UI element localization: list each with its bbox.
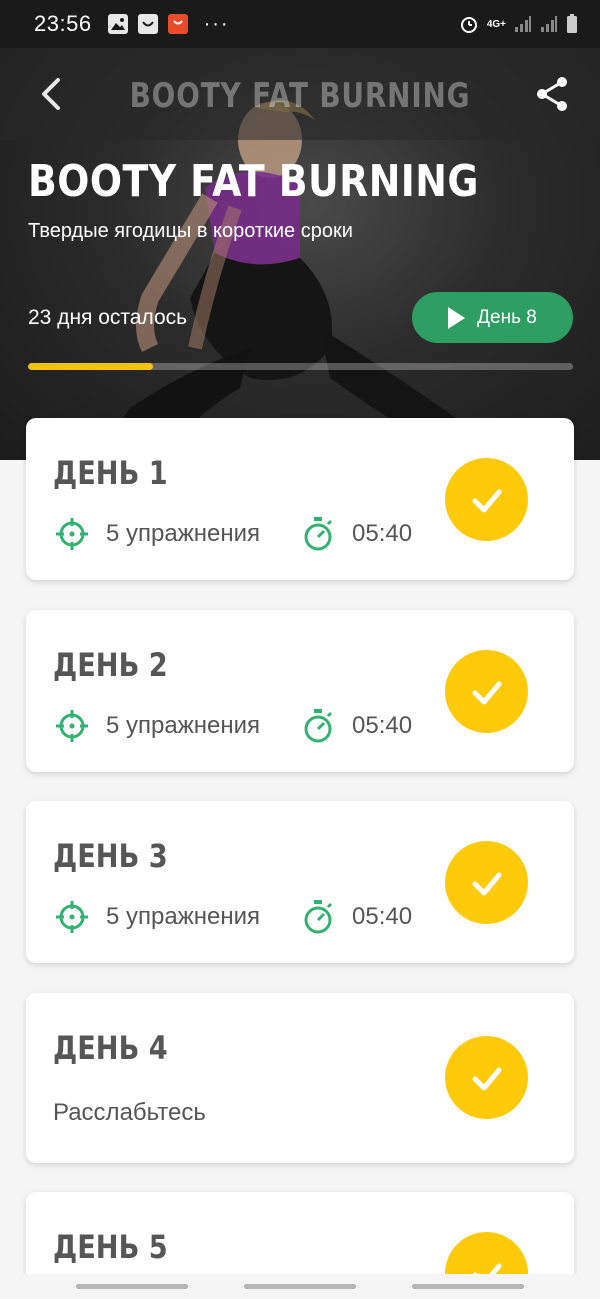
- day-card-1[interactable]: ДЕНЬ 1 5 упражнения 05:40: [26, 418, 574, 580]
- signal-icon: [541, 16, 557, 32]
- day-card-3[interactable]: ДЕНЬ 3 5 упражнения 05:40: [26, 801, 574, 963]
- stopwatch-icon: [304, 900, 333, 934]
- stopwatch-icon: [304, 709, 333, 743]
- gallery-icon: [107, 14, 128, 34]
- header-title: BOOTY FAT BURNING: [129, 76, 471, 116]
- status-bar: 23:56 ··· 4G+: [0, 0, 600, 48]
- nav-recents-handle[interactable]: [76, 1284, 188, 1289]
- signal-icon: [515, 16, 531, 32]
- battery-icon: [567, 14, 577, 33]
- exercise-count: 5 упражнения: [106, 712, 261, 739]
- status-time: 23:56: [34, 11, 92, 36]
- smile-app-icon: [137, 14, 158, 34]
- completed-check: [445, 1036, 528, 1119]
- share-button[interactable]: [532, 74, 572, 114]
- days-remaining: 23 дня осталось: [28, 306, 188, 329]
- program-title: BOOTY FAT BURNING: [28, 156, 479, 207]
- exercise-count: 5 упражнения: [106, 903, 261, 930]
- aliexpress-icon: [167, 14, 188, 34]
- target-icon: [56, 901, 88, 933]
- share-icon: [537, 77, 567, 111]
- nav-home-handle[interactable]: [244, 1284, 356, 1289]
- target-icon: [56, 710, 88, 742]
- day-title: ДЕНЬ 4: [53, 1029, 168, 1067]
- checkmark-icon: [472, 872, 501, 895]
- program-progress-fill: [28, 363, 154, 370]
- workout-duration: 05:40: [352, 712, 413, 739]
- workout-duration: 05:40: [352, 903, 413, 930]
- completed-check: [445, 458, 528, 541]
- completed-check: [445, 650, 528, 733]
- day-card-2[interactable]: ДЕНЬ 2 5 упражнения 05:40: [26, 610, 574, 772]
- system-nav-bar: [0, 1274, 600, 1299]
- checkmark-icon: [472, 1067, 501, 1090]
- play-icon: [448, 306, 466, 329]
- start-day-button[interactable]: День 8: [412, 292, 573, 343]
- more-dots-icon: ···: [203, 12, 230, 35]
- rest-day-label: Расслабьтесь: [53, 1099, 206, 1126]
- program-progress-bar: [28, 363, 573, 370]
- checkmark-icon: [472, 681, 501, 704]
- completed-check: [445, 841, 528, 924]
- day-title: ДЕНЬ 5: [53, 1228, 168, 1266]
- target-icon: [56, 518, 88, 550]
- day-title: ДЕНЬ 3: [53, 837, 168, 875]
- network-icon: 4G+: [486, 18, 506, 30]
- nav-back-handle[interactable]: [412, 1284, 524, 1289]
- day-title: ДЕНЬ 2: [53, 646, 168, 684]
- top-app-bar: BOOTY FAT BURNING: [0, 48, 600, 140]
- alarm-icon: [460, 17, 477, 33]
- program-subtitle: Твердые ягодицы в короткие сроки: [28, 220, 353, 242]
- start-day-label: День 8: [477, 306, 537, 328]
- day-title: ДЕНЬ 1: [53, 454, 168, 492]
- day-card-4[interactable]: ДЕНЬ 4 Расслабьтесь: [26, 993, 574, 1163]
- checkmark-icon: [472, 489, 501, 512]
- workout-duration: 05:40: [352, 520, 413, 547]
- exercise-count: 5 упражнения: [106, 520, 261, 547]
- stopwatch-icon: [304, 517, 333, 551]
